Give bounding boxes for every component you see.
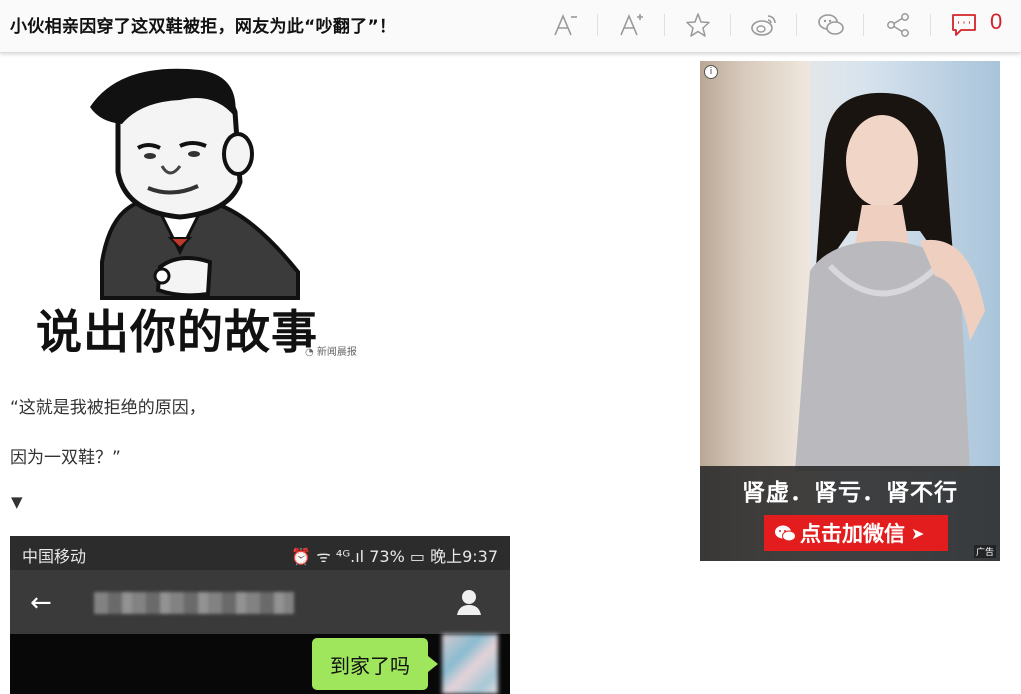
weibo-watermark-icon: ◔ — [305, 347, 314, 358]
divider — [796, 14, 797, 36]
ad-headline: 肾虚．肾亏．肾不行 — [742, 480, 958, 506]
watermark-text: 新闻晨报 — [316, 347, 357, 358]
back-arrow-icon: ← — [30, 588, 52, 618]
meme-caption: 说出你的故事 — [36, 305, 318, 359]
star-icon[interactable] — [681, 8, 715, 42]
chat-screenshot: 中国移动 ⏰ ᯤ ⁴ᴳ.ıl 73% ▭ 晚上9:37 ← 到家了吗 — [10, 536, 510, 694]
ad-info-icon[interactable]: i — [704, 65, 718, 79]
divider — [863, 14, 864, 36]
advertisement[interactable]: i 肾虚．肾亏．肾不行 点击加微信 ➤ 广告 — [700, 61, 1000, 561]
share-icon[interactable] — [881, 8, 915, 42]
person-icon — [457, 590, 481, 615]
wechat-icon[interactable] — [814, 8, 848, 42]
arrow-right-icon: ➤ — [911, 523, 925, 543]
weibo-icon[interactable] — [747, 8, 781, 42]
ad-label: 广告 — [973, 545, 996, 558]
article-toolbar: 小伙相亲因穿了这双鞋被拒，网友为此“吵翻了”！ 0 — [0, 0, 1021, 53]
blurred-avatar — [442, 634, 498, 694]
phone-status-bar: 中国移动 ⏰ ᯤ ⁴ᴳ.ıl 73% ▭ 晚上9:37 — [10, 536, 510, 570]
article-title: 小伙相亲因穿了这双鞋被拒，网友为此“吵翻了”！ — [10, 17, 397, 37]
divider — [930, 14, 931, 36]
message-bubble: 到家了吗 — [312, 638, 438, 690]
ad-cta-label: 点击加微信 — [800, 522, 905, 546]
chat-area: 到家了吗 — [10, 634, 510, 694]
chat-nav-bar: ← — [10, 570, 510, 634]
divider — [730, 14, 731, 36]
status-indicators: ⏰ ᯤ ⁴ᴳ.ıl 73% ▭ 晚上9:37 — [291, 547, 498, 566]
quote-line-2: 因为一双鞋？” — [10, 448, 121, 468]
wechat-icon — [775, 525, 796, 542]
comment-count[interactable]: 0 — [990, 9, 1002, 35]
divider — [597, 14, 598, 36]
watermark: ◔ 新闻晨报 — [305, 343, 357, 358]
carrier-label: 中国移动 — [22, 547, 87, 566]
blurred-contact-name — [94, 592, 294, 614]
ad-model-photo — [795, 92, 985, 471]
comment-icon[interactable] — [947, 8, 981, 42]
quote-line-1: “这就是我被拒绝的原因， — [10, 398, 206, 418]
ad-cta-button[interactable]: 点击加微信 ➤ — [764, 515, 948, 551]
font-increase-icon[interactable] — [614, 8, 648, 42]
divider — [664, 14, 665, 36]
font-decrease-icon[interactable] — [548, 8, 582, 42]
cartoon-man-illustration — [90, 68, 300, 300]
down-triangle-icon: ▼ — [11, 493, 23, 511]
